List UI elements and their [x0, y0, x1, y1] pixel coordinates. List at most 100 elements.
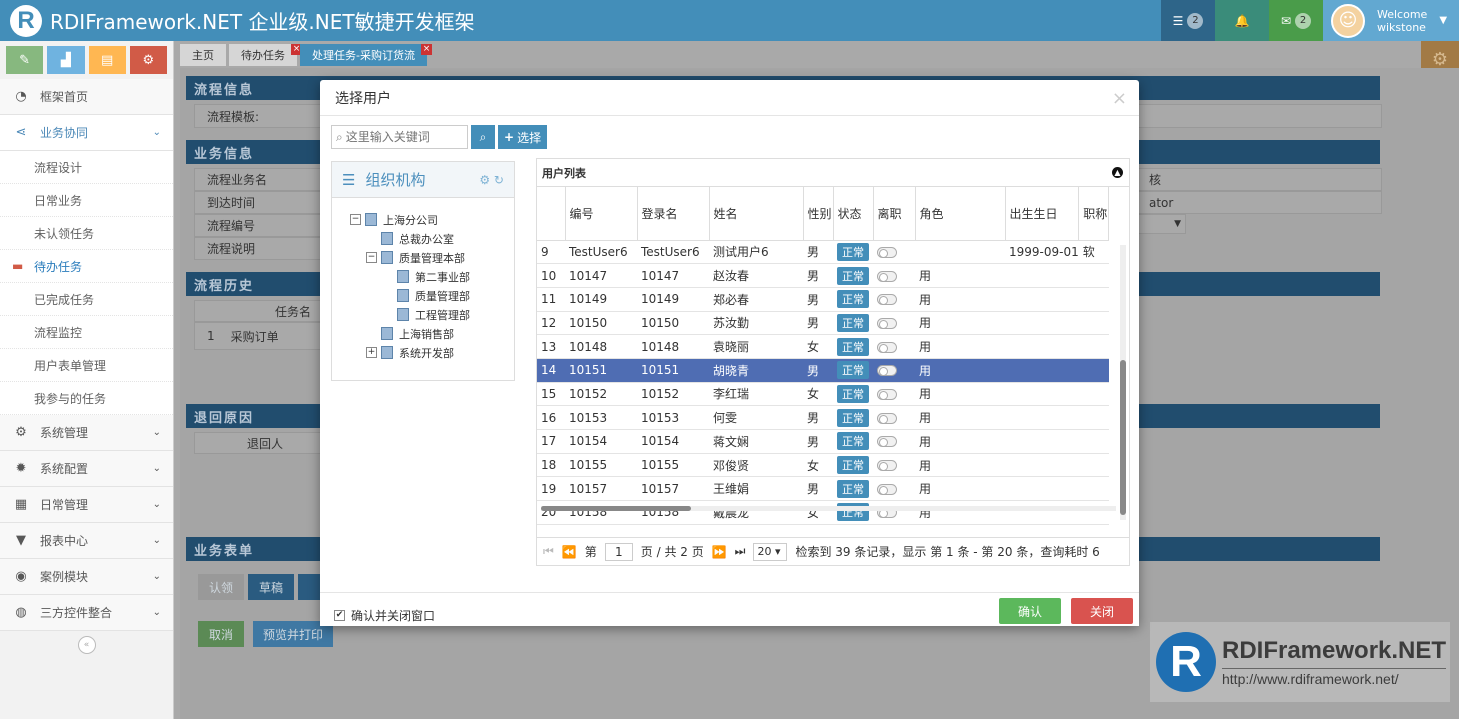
tree-node[interactable]: 第二事业部	[350, 267, 514, 286]
table-row[interactable]: 17 10154 10154 蒋文娴男正常用	[537, 429, 1109, 454]
tab-close-icon[interactable]: ×	[420, 44, 432, 55]
shortcut-chart-button[interactable]: ▟	[47, 46, 85, 74]
cell-sex: 女	[803, 500, 833, 525]
column-header[interactable]: 编号	[565, 187, 638, 241]
approve-button[interactable]: 认领	[198, 574, 244, 600]
tree-node[interactable]: 质量管理部	[350, 286, 514, 305]
resigned-toggle[interactable]	[877, 246, 897, 258]
close-icon[interactable]: ×	[1112, 88, 1127, 109]
column-header[interactable]: 离职	[873, 187, 916, 241]
page-size-select[interactable]: 20 ▾	[753, 542, 788, 561]
select-button[interactable]: + 选择	[498, 125, 548, 149]
nav-todo-tasks[interactable]: ▬ 待办任务	[0, 250, 173, 283]
last-page-icon[interactable]: ⏭	[735, 544, 746, 559]
nav-business[interactable]: ⋖ 业务协同 ⌄	[0, 115, 173, 151]
table-row[interactable]: 15 10152 10152 李红瑞女正常用	[537, 382, 1109, 407]
tasks-button[interactable]: ☰ 2	[1161, 0, 1215, 41]
tree-node[interactable]: − 上海分公司	[350, 210, 514, 229]
table-row[interactable]: 10 10147 10147 赵汝春男正常用	[537, 263, 1109, 288]
search-button[interactable]: ⌕	[471, 125, 495, 149]
table-row[interactable]: 16 10153 10153 何雯男正常用	[537, 405, 1109, 430]
nav-home[interactable]: ◔ 框架首页	[0, 79, 173, 115]
nav-daily-business[interactable]: 日常业务	[0, 184, 173, 217]
table-row[interactable]: 19 10157 10157 王维娟男正常用	[537, 476, 1109, 502]
nav-flow-design[interactable]: 流程设计	[0, 151, 173, 184]
nav-completed-tasks[interactable]: 已完成任务	[0, 283, 173, 316]
messages-button[interactable]: ✉ 2	[1269, 0, 1323, 41]
collapse-sidebar-icon[interactable]: «	[77, 636, 96, 654]
tree-node[interactable]: + 系统开发部	[350, 343, 514, 362]
search-input[interactable]	[345, 130, 456, 144]
table-row[interactable]: 9 TestUser6 TestUser6 测试用户6 男正常 1999-09-01 软	[537, 240, 1109, 265]
cell-title	[1078, 429, 1109, 454]
resigned-toggle[interactable]	[877, 294, 897, 306]
tree-toggle-icon[interactable]: −	[350, 214, 361, 225]
first-page-icon[interactable]: ⏮	[543, 544, 554, 559]
collapse-icon[interactable]: ▲	[1112, 167, 1123, 178]
horizontal-scrollbar[interactable]	[541, 506, 1116, 511]
status-badge: 正常	[837, 361, 869, 380]
resigned-toggle[interactable]	[877, 365, 897, 377]
nav-system-config[interactable]: ✹ 系统配置 ⌄	[0, 451, 173, 487]
cell-login: 10151	[637, 358, 709, 383]
user-menu[interactable]: ☺ Welcome wikstone ▼	[1323, 0, 1459, 41]
submit-button[interactable]	[298, 574, 320, 600]
notifications-button[interactable]: 🔔	[1215, 0, 1269, 41]
column-header[interactable]: 出生生日	[1005, 187, 1080, 241]
tree-node[interactable]: 工程管理部	[350, 305, 514, 324]
nav-third-party[interactable]: ◍ 三方控件整合 ⌄	[0, 595, 173, 631]
table-row[interactable]: 14 10151 10151 胡晓青男正常用	[537, 358, 1109, 383]
resigned-toggle[interactable]	[877, 460, 897, 472]
shortcut-pencil-button[interactable]: ✎	[6, 46, 44, 74]
column-header[interactable]: 职称	[1078, 187, 1110, 241]
cancel-button[interactable]: 取消	[198, 621, 244, 647]
column-header[interactable]: 角色	[915, 187, 1006, 241]
vertical-scrollbar[interactable]	[1120, 245, 1126, 520]
column-header[interactable]: 登录名	[637, 187, 710, 241]
search-field[interactable]: ⌕	[331, 125, 468, 149]
tab-todo[interactable]: 待办任务 ×	[229, 44, 302, 66]
nav-system-admin[interactable]: ⚙ 系统管理 ⌄	[0, 415, 173, 451]
tree-node[interactable]: − 质量管理本部	[350, 248, 514, 267]
tree-toggle-icon[interactable]: −	[366, 252, 377, 263]
confirm-button[interactable]: 确认	[999, 598, 1061, 624]
biz-select[interactable]: ▼	[1136, 214, 1186, 234]
cell-role	[915, 240, 1005, 265]
table-row[interactable]: 12 10150 10150 苏汝勤男正常用	[537, 311, 1109, 336]
nav-unclaimed-tasks[interactable]: 未认领任务	[0, 217, 173, 250]
column-header[interactable]: 姓名	[709, 187, 804, 241]
resigned-toggle[interactable]	[877, 317, 897, 329]
close-button[interactable]: 关闭	[1071, 598, 1133, 624]
table-row[interactable]: 18 10155 10155 邓俊贤女正常用	[537, 453, 1109, 478]
resigned-toggle[interactable]	[877, 483, 897, 495]
prev-page-icon[interactable]: ⏪	[562, 545, 577, 559]
resigned-toggle[interactable]	[877, 270, 897, 282]
draft-button[interactable]: 草稿	[248, 574, 294, 600]
nav-user-forms[interactable]: 用户表单管理	[0, 349, 173, 382]
resigned-toggle[interactable]	[877, 436, 897, 448]
tab-home[interactable]: 主页	[180, 44, 226, 66]
resigned-toggle[interactable]	[877, 341, 897, 353]
nav-reports[interactable]: ▼ 报表中心 ⌄	[0, 523, 173, 559]
nav-examples[interactable]: ◉ 案例模块 ⌄	[0, 559, 173, 595]
next-page-icon[interactable]: ⏩	[712, 545, 727, 559]
tree-toggle-icon[interactable]: +	[366, 347, 377, 358]
shortcut-cogs-button[interactable]: ⚙	[129, 46, 167, 74]
column-header[interactable]: 状态	[833, 187, 874, 241]
confirm-close-checkbox[interactable]: ✔ 确认并关闭窗口	[334, 607, 435, 624]
table-row[interactable]: 13 10148 10148 袁晓丽女正常用	[537, 334, 1109, 359]
nav-flow-monitor[interactable]: 流程监控	[0, 316, 173, 349]
table-row[interactable]: 11 10149 10149 郑必春男正常用	[537, 287, 1109, 312]
resigned-toggle[interactable]	[877, 412, 897, 424]
page-input[interactable]: 1	[604, 542, 633, 561]
nav-daily-admin[interactable]: ▦ 日常管理 ⌄	[0, 487, 173, 523]
tree-node[interactable]: 总裁办公室	[350, 229, 514, 248]
column-header[interactable]: 性别	[803, 187, 834, 241]
table-row[interactable]: 20 10158 10158 戴晨龙女正常用	[537, 500, 1109, 525]
tree-node[interactable]: 上海销售部	[350, 324, 514, 343]
nav-my-tasks[interactable]: 我参与的任务	[0, 382, 173, 415]
tab-process-task[interactable]: 处理任务-采购订货流 ×	[300, 44, 432, 66]
refresh-icon[interactable]: ⚙ ↻	[479, 173, 504, 187]
resigned-toggle[interactable]	[877, 388, 897, 400]
shortcut-book-button[interactable]: ▤	[88, 46, 126, 74]
